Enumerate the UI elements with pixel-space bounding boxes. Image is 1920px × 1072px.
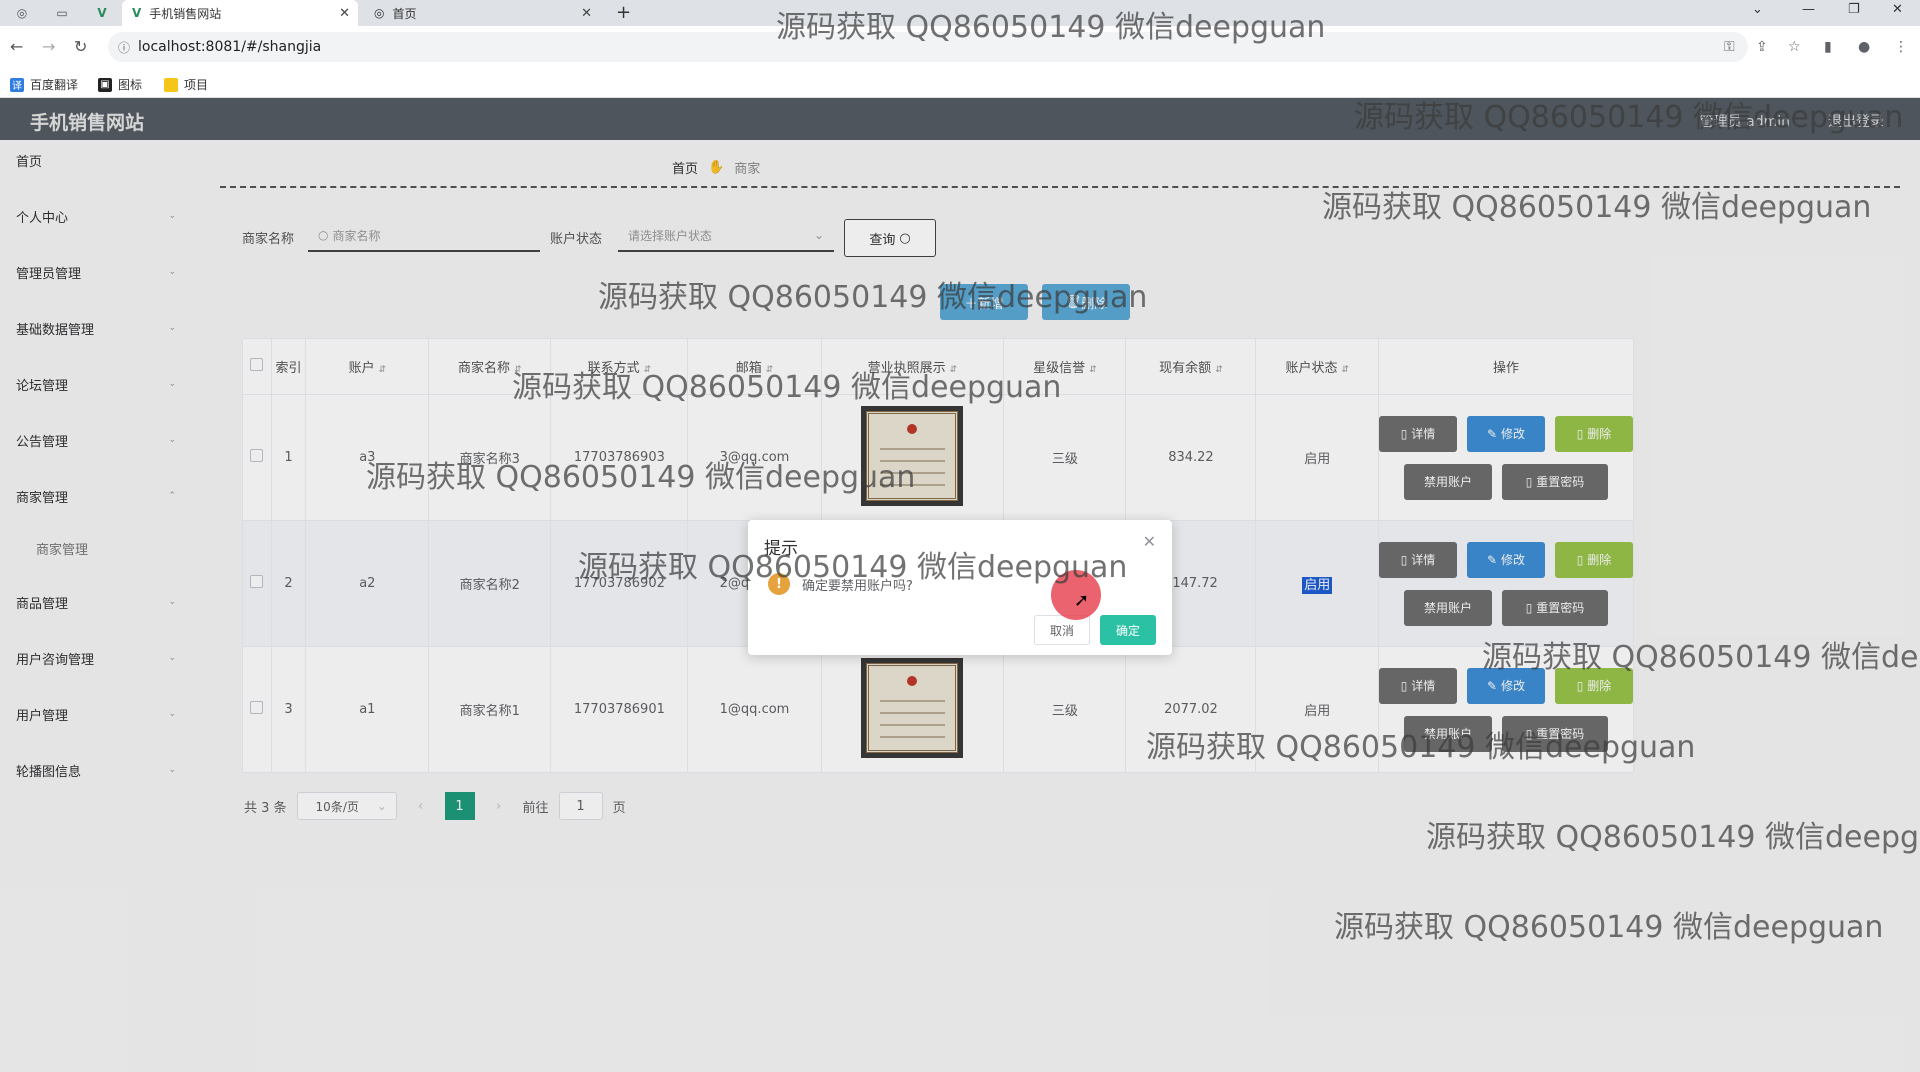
star-icon[interactable]: ☆ <box>1788 39 1801 55</box>
dialog-message: ! 确定要禁用账户吗? <box>768 573 913 595</box>
maximize-icon[interactable]: ❐ <box>1848 2 1860 17</box>
bookmark-item[interactable]: 项目 <box>164 76 208 93</box>
close-icon[interactable]: ✕ <box>581 6 592 21</box>
window-close-icon[interactable]: ✕ <box>1892 2 1903 17</box>
confirm-button[interactable]: 确定 <box>1100 615 1156 645</box>
warning-icon: ! <box>768 573 790 595</box>
address-bar: ← → ↻ ⓘ localhost:8081/#/shangjia ⚿ ⇪ ☆ … <box>0 26 1920 70</box>
globe-icon: ◎ <box>374 6 385 20</box>
bookmark-label: 图标 <box>118 78 143 92</box>
dialog-message-text: 确定要禁用账户吗? <box>802 578 913 594</box>
close-icon[interactable]: ✕ <box>1143 532 1156 551</box>
bookmark-item[interactable]: ▣ 图标 <box>98 76 142 93</box>
tab-favicon-icon[interactable]: ◎ <box>10 4 34 22</box>
dialog-title: 提示 <box>764 539 798 559</box>
reload-icon[interactable]: ↻ <box>74 37 87 56</box>
pointer-cursor-icon: ➚ <box>1074 590 1090 611</box>
bookmark-item[interactable]: 译 百度翻译 <box>10 76 78 93</box>
bookmarks-bar: 译 百度翻译 ▣ 图标 项目 <box>0 70 1920 98</box>
cancel-button[interactable]: 取消 <box>1034 615 1090 645</box>
forward-icon[interactable]: → <box>42 37 55 56</box>
tab-blank-icon[interactable]: ▭ <box>50 4 74 22</box>
minimize-icon[interactable]: — <box>1802 2 1815 17</box>
key-icon[interactable]: ⚿ <box>1724 39 1735 55</box>
menu-dots-icon[interactable]: ⋮ <box>1894 39 1908 55</box>
tab-title: 手机销售网站 <box>149 6 222 21</box>
info-icon[interactable]: ⓘ <box>118 39 130 56</box>
bookmark-label: 百度翻译 <box>30 78 79 92</box>
browser-tab-bar: ◎ ▭ V V 手机销售网站 ✕ ◎ 首页 ✕ + ⌄ — ❐ ✕ <box>0 0 1920 26</box>
url-text: localhost:8081/#/shangjia <box>138 39 322 55</box>
tab-home[interactable]: ◎ 首页 ✕ <box>364 0 600 26</box>
share-icon[interactable]: ⇪ <box>1756 39 1768 55</box>
profile-icon[interactable]: ● <box>1858 39 1870 55</box>
new-tab-icon[interactable]: + <box>616 2 631 23</box>
tab-vue-icon[interactable]: V <box>90 4 114 22</box>
tab-title: 首页 <box>392 6 417 21</box>
image-icon: ▣ <box>98 77 112 92</box>
vue-favicon-icon: V <box>132 6 142 20</box>
close-icon[interactable]: ✕ <box>339 6 350 21</box>
folder-icon <box>164 77 178 92</box>
chevron-down-icon[interactable]: ⌄ <box>1752 2 1763 17</box>
url-field[interactable]: ⓘ localhost:8081/#/shangjia <box>108 32 1748 62</box>
sidepanel-icon[interactable]: ▮ <box>1824 39 1832 55</box>
translate-icon: 译 <box>10 77 24 92</box>
back-icon[interactable]: ← <box>10 37 23 56</box>
bookmark-label: 项目 <box>184 78 209 92</box>
tab-current[interactable]: V 手机销售网站 ✕ <box>122 0 358 26</box>
confirm-dialog: 提示 ✕ ! 确定要禁用账户吗? 取消 确定 <box>748 520 1172 655</box>
